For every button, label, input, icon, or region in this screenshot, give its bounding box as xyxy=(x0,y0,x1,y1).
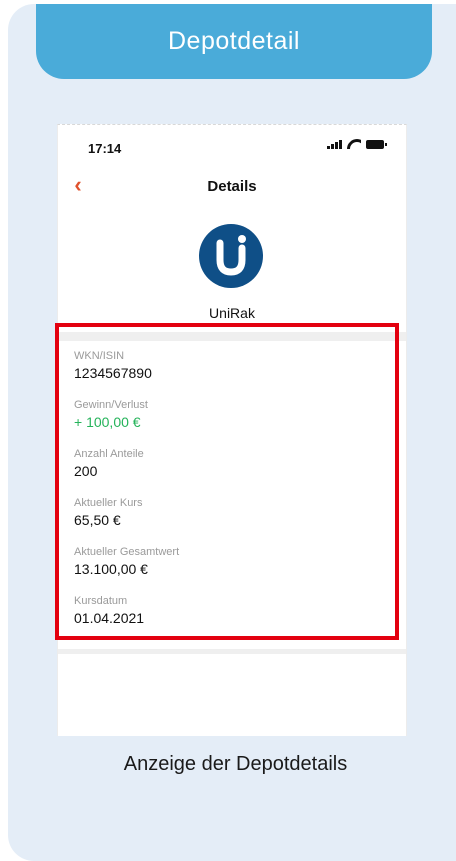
detail-label: WKN/ISIN xyxy=(74,350,125,362)
section-divider xyxy=(58,332,406,341)
section-divider xyxy=(58,649,406,654)
detail-row: Kursdatum 01.04.2021 xyxy=(74,594,396,643)
union-investment-logo xyxy=(199,224,263,288)
detail-label: Aktueller Gesamtwert xyxy=(74,546,180,558)
wifi-icon xyxy=(347,139,361,149)
status-icons xyxy=(327,139,387,149)
phone-screen: 17:14 ‹ Details UniRak WKN/ISIN 123456789… xyxy=(57,124,407,736)
detail-value: 01.04.2021 xyxy=(74,610,145,626)
detail-value: 13.100,00 € xyxy=(74,561,148,577)
detail-list: WKN/ISIN 1234567890 Gewinn/Verlust + 100,00… xyxy=(74,349,396,643)
detail-label: Aktueller Kurs xyxy=(74,497,143,509)
detail-value: + 100,00 € xyxy=(74,414,141,430)
slide-title: Depotdetail xyxy=(168,27,300,55)
battery-icon xyxy=(366,140,387,149)
detail-row: Anzahl Anteile 200 xyxy=(74,447,396,496)
detail-value: 65,50 € xyxy=(74,512,121,528)
detail-label: Kursdatum xyxy=(74,595,128,607)
nav-title: Details xyxy=(207,178,257,195)
detail-row: Aktueller Gesamtwert 13.100,00 € xyxy=(74,545,396,594)
detail-row: WKN/ISIN 1234567890 xyxy=(74,349,396,398)
signal-icon xyxy=(327,139,342,149)
status-time: 17:14 xyxy=(88,141,122,156)
fund-name: UniRak xyxy=(209,305,255,321)
slide-header: Depotdetail xyxy=(36,4,432,79)
detail-label: Anzahl Anteile xyxy=(74,448,144,460)
detail-value: 1234567890 xyxy=(74,365,152,381)
detail-row: Gewinn/Verlust + 100,00 € xyxy=(74,398,396,447)
detail-label: Gewinn/Verlust xyxy=(74,399,148,411)
detail-row: Aktueller Kurs 65,50 € xyxy=(74,496,396,545)
caption: Anzeige der Depotdetails xyxy=(123,753,348,775)
detail-value: 200 xyxy=(74,463,98,479)
